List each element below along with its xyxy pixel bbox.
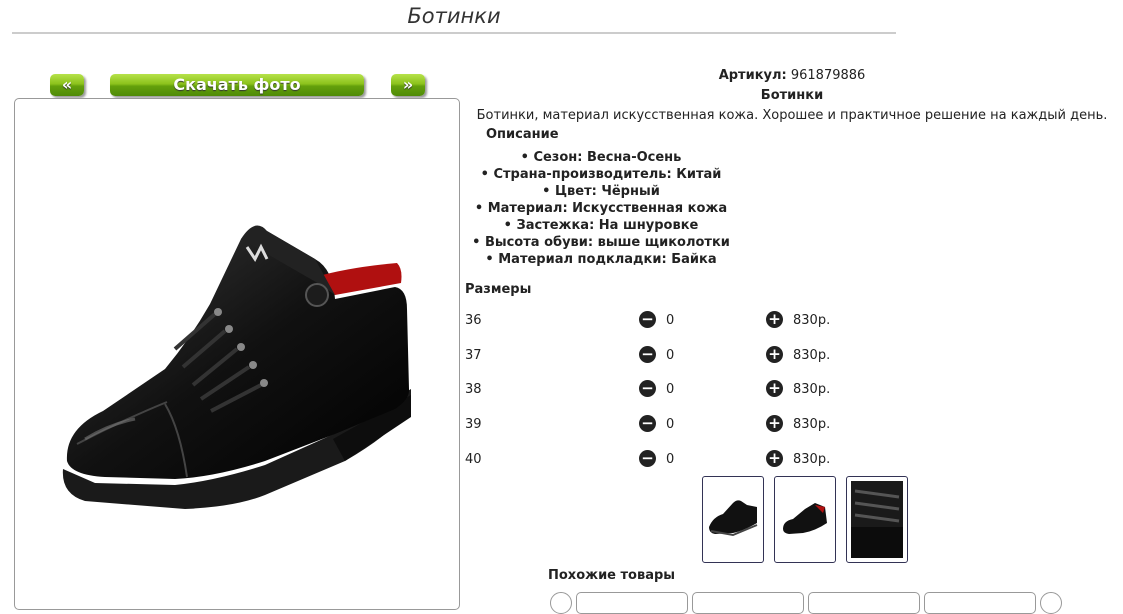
- plus-circle-icon[interactable]: +: [766, 450, 783, 467]
- boot-detail-thumb-image: [851, 481, 903, 558]
- prev-photo-button[interactable]: «: [50, 74, 84, 96]
- product-name: Ботинки: [760, 88, 824, 103]
- price-value: 830р.: [793, 452, 831, 467]
- spec-item: Материал: Искусственная кожа: [470, 200, 732, 217]
- size-row: 36 − 0 + 830р.: [465, 311, 865, 331]
- quantity-value: 0: [666, 348, 675, 363]
- description-heading: Описание: [486, 127, 559, 142]
- similar-prev-button[interactable]: [550, 592, 572, 614]
- spec-item: Сезон: Весна-Осень: [470, 149, 732, 166]
- size-row: 37 − 0 + 830р.: [465, 346, 865, 366]
- similar-product-card[interactable]: [576, 592, 688, 614]
- main-product-photo[interactable]: [14, 98, 460, 610]
- minus-circle-icon[interactable]: −: [639, 346, 656, 363]
- size-value: 39: [465, 417, 482, 432]
- thumbnail-2[interactable]: [774, 476, 836, 563]
- thumbnail-1[interactable]: [702, 476, 764, 563]
- minus-circle-icon[interactable]: −: [639, 450, 656, 467]
- ankle-boot-image: [62, 225, 411, 509]
- thumbnail-3[interactable]: [846, 476, 908, 563]
- similar-products-heading: Похожие товары: [548, 568, 676, 583]
- quantity-value: 0: [666, 452, 675, 467]
- price-value: 830р.: [793, 382, 831, 397]
- plus-circle-icon[interactable]: +: [766, 415, 783, 432]
- plus-circle-icon[interactable]: +: [766, 346, 783, 363]
- size-value: 37: [465, 348, 482, 363]
- similar-next-button[interactable]: [1040, 592, 1062, 614]
- download-photo-button[interactable]: Скачать фото: [110, 74, 364, 96]
- page-title: Ботинки: [407, 4, 501, 28]
- price-value: 830р.: [793, 417, 831, 432]
- spec-list: Сезон: Весна-Осень Страна-производитель:…: [470, 149, 732, 268]
- plus-circle-icon[interactable]: +: [766, 380, 783, 397]
- article-line: Артикул: 961879886: [462, 68, 1122, 83]
- sizes-heading: Размеры: [465, 282, 532, 297]
- size-row: 40 − 0 + 830р.: [465, 450, 865, 470]
- minus-circle-icon[interactable]: −: [639, 311, 656, 328]
- boot-thumb-image: [709, 500, 758, 537]
- article-value: 961879886: [790, 68, 866, 83]
- similar-product-card[interactable]: [808, 592, 920, 614]
- spec-item: Страна-производитель: Китай: [470, 166, 732, 183]
- spec-item: Высота обуви: выше щиколотки: [470, 234, 732, 251]
- similar-product-card[interactable]: [924, 592, 1036, 614]
- minus-circle-icon[interactable]: −: [639, 380, 656, 397]
- minus-circle-icon[interactable]: −: [639, 415, 656, 432]
- quantity-value: 0: [666, 382, 675, 397]
- price-value: 830р.: [793, 313, 831, 328]
- spec-item: Цвет: Чёрный: [470, 183, 732, 200]
- quantity-value: 0: [666, 417, 675, 432]
- size-value: 40: [465, 452, 482, 467]
- spec-item: Материал подкладки: Байка: [470, 251, 732, 268]
- product-description: Ботинки, материал искусственная кожа. Хо…: [476, 108, 1108, 123]
- size-row: 39 − 0 + 830р.: [465, 415, 865, 435]
- size-row: 38 − 0 + 830р.: [465, 380, 865, 400]
- similar-product-card[interactable]: [692, 592, 804, 614]
- size-value: 38: [465, 382, 482, 397]
- size-value: 36: [465, 313, 482, 328]
- plus-circle-icon[interactable]: +: [766, 311, 783, 328]
- next-photo-button[interactable]: »: [391, 74, 425, 96]
- quantity-value: 0: [666, 313, 675, 328]
- boot-thumb-image: [783, 503, 827, 534]
- price-value: 830р.: [793, 348, 831, 363]
- title-divider: [12, 32, 896, 34]
- spec-item: Застежка: На шнуровке: [470, 217, 732, 234]
- article-label: Артикул:: [718, 68, 787, 83]
